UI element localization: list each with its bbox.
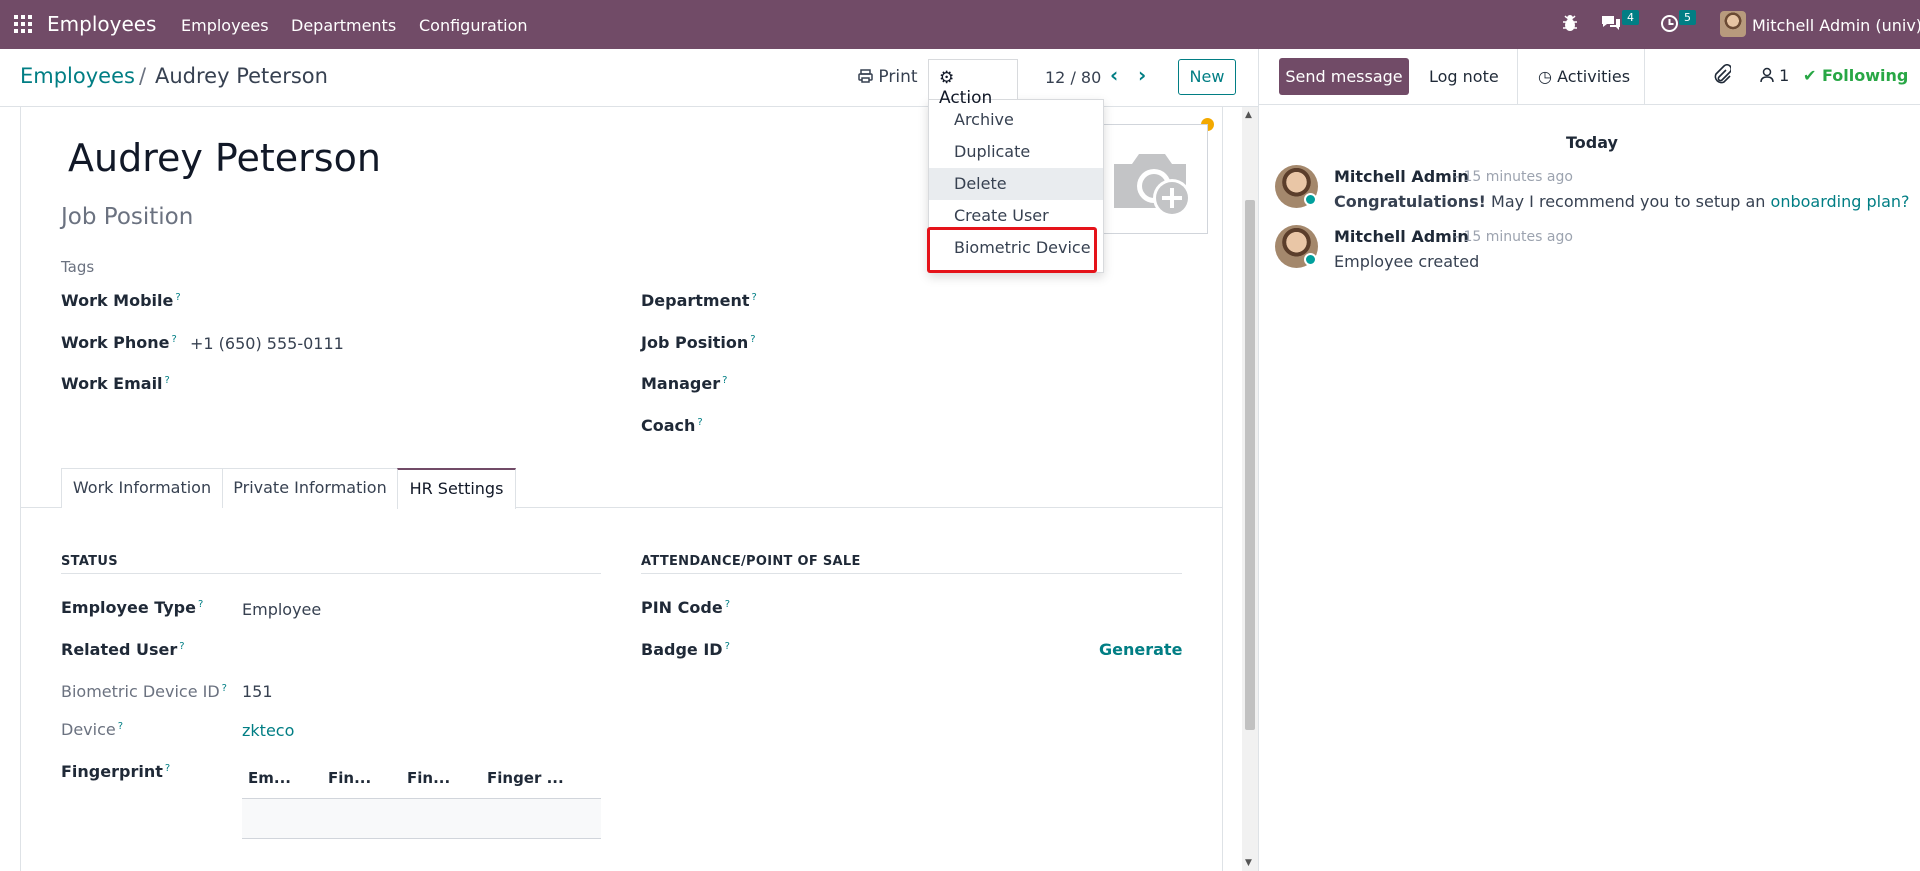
manager-label: Manager? (641, 374, 728, 393)
fingerprint-col-employee[interactable]: Em... (248, 769, 291, 787)
tab-hr-settings[interactable]: HR Settings (397, 468, 516, 509)
apps-menu-icon[interactable] (14, 15, 32, 33)
onboarding-plan-link[interactable]: onboarding plan? (1771, 192, 1910, 211)
following-button[interactable]: ✔ Following (1803, 66, 1908, 85)
send-message-button[interactable]: Send message (1279, 58, 1409, 95)
activities-button[interactable]: ◷ Activities (1517, 49, 1645, 104)
work-phone-label: Work Phone? (61, 333, 177, 352)
pager-next-icon[interactable]: › (1138, 63, 1146, 87)
fingerprint-empty-row (242, 799, 601, 839)
pin-code-label: PIN Code? (641, 598, 730, 617)
followers-button[interactable]: 1 (1760, 66, 1789, 85)
date-separator: Today (1566, 133, 1618, 152)
app-brand[interactable]: Employees (47, 12, 156, 36)
job-position-label: Job Position? (641, 333, 756, 352)
activities-badge: 5 (1679, 10, 1696, 25)
log-note-button[interactable]: Log note (1429, 67, 1499, 86)
online-status-dot (1304, 193, 1317, 206)
person-icon (1760, 67, 1774, 83)
menu-configuration[interactable]: Configuration (419, 16, 528, 35)
message-bold-text: Congratulations! (1334, 192, 1486, 211)
check-icon: ✔ (1803, 66, 1817, 85)
tab-private-information[interactable]: Private Information (222, 468, 398, 508)
menu-employees[interactable]: Employees (181, 16, 269, 35)
employee-type-label: Employee Type? (61, 598, 204, 617)
message-text: May I recommend you to setup an (1485, 192, 1771, 211)
scroll-down-icon[interactable]: ▼ (1245, 858, 1252, 868)
gear-icon: ⚙ (939, 68, 955, 88)
messages-badge: 4 (1622, 10, 1639, 25)
activities-clock-icon[interactable] (1660, 14, 1679, 38)
related-user-label: Related User? (61, 640, 185, 659)
fingerprint-col-fin-2[interactable]: Fin... (407, 769, 450, 787)
message-body: Employee created (1334, 252, 1480, 271)
print-button[interactable]: Print (858, 67, 918, 87)
scrollbar-thumb[interactable] (1245, 200, 1255, 730)
status-section-title: STATUS (61, 554, 118, 569)
biometric-device-id-label: Biometric Device ID? (61, 682, 227, 701)
message-body: Congratulations! May I recommend you to … (1334, 192, 1910, 211)
message-author[interactable]: Mitchell Admin (1334, 227, 1469, 246)
menu-item-duplicate[interactable]: Duplicate (929, 136, 1103, 168)
scroll-up-icon[interactable]: ▲ (1245, 110, 1252, 120)
chatter-divider (1258, 104, 1920, 105)
job-position-input[interactable]: Job Position (61, 204, 193, 230)
activities-label: Activities (1557, 67, 1631, 86)
pager-value[interactable]: 12 / 80 (1045, 68, 1101, 87)
print-icon (858, 69, 873, 83)
generate-badge-button[interactable]: Generate (1099, 640, 1182, 659)
message-time: - 15 minutes ago (1454, 229, 1573, 245)
department-label: Department? (641, 291, 757, 310)
attendance-section-title: ATTENDANCE/POINT OF SALE (641, 554, 861, 569)
messages-icon[interactable] (1600, 14, 1622, 37)
work-email-label: Work Email? (61, 374, 170, 393)
coach-label: Coach? (641, 416, 703, 435)
badge-id-label: Badge ID? (641, 640, 730, 659)
breadcrumb-current: Audrey Peterson (155, 64, 328, 88)
fingerprint-col-finger[interactable]: Finger ... (487, 769, 564, 787)
followers-count: 1 (1779, 66, 1790, 85)
tab-work-information[interactable]: Work Information (61, 468, 223, 508)
following-label: Following (1821, 66, 1909, 85)
action-label: Action (939, 88, 993, 108)
new-button[interactable]: New (1178, 59, 1236, 95)
action-button[interactable]: ⚙ Action (928, 59, 1018, 108)
fingerprint-label: Fingerprint? (61, 762, 171, 781)
clock-icon: ◷ (1538, 67, 1552, 86)
user-avatar[interactable] (1720, 11, 1746, 37)
pager-previous-icon[interactable]: ‹ (1110, 63, 1118, 87)
status-section-rule (61, 573, 601, 574)
debug-bug-icon[interactable] (1562, 14, 1578, 37)
menu-departments[interactable]: Departments (291, 16, 396, 35)
biometric-device-id-field[interactable]: 151 (242, 682, 273, 701)
message-time: - 15 minutes ago (1454, 169, 1573, 185)
paperclip-icon[interactable] (1713, 63, 1733, 89)
breadcrumb-parent[interactable]: Employees (20, 64, 135, 88)
employee-name-field[interactable]: Audrey Peterson (68, 136, 381, 180)
highlight-annotation (927, 227, 1097, 273)
user-menu[interactable]: Mitchell Admin (univ) (1752, 16, 1920, 35)
camera-add-icon (1114, 154, 1191, 217)
attendance-section-rule (641, 573, 1182, 574)
breadcrumb-separator: / (139, 64, 147, 88)
work-mobile-label: Work Mobile? (61, 291, 181, 310)
tags-input[interactable]: Tags (61, 258, 94, 276)
online-status-dot (1304, 253, 1317, 266)
employee-type-select[interactable]: Employee (242, 600, 321, 619)
print-label: Print (878, 67, 918, 87)
menu-item-delete[interactable]: Delete (929, 168, 1103, 200)
menu-item-archive[interactable]: Archive (929, 104, 1103, 136)
work-phone-field[interactable]: +1 (650) 555-0111 (190, 334, 344, 353)
device-label: Device? (61, 720, 124, 739)
fingerprint-col-fin-1[interactable]: Fin... (328, 769, 371, 787)
top-navbar: Employees Employees Departments Configur… (0, 0, 1920, 49)
message-author[interactable]: Mitchell Admin (1334, 167, 1469, 186)
device-link[interactable]: zkteco (242, 721, 294, 740)
